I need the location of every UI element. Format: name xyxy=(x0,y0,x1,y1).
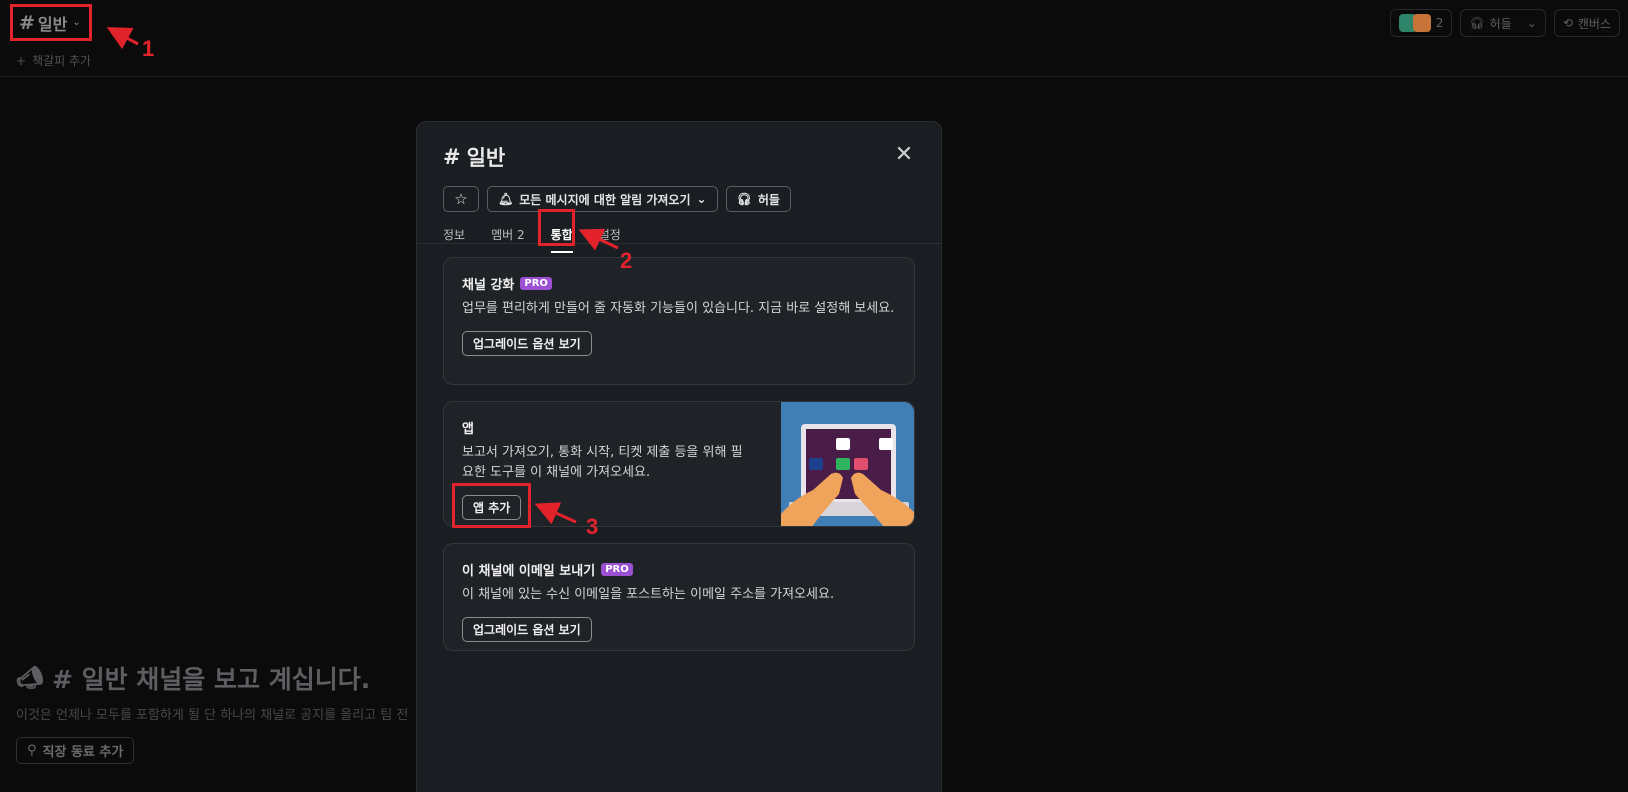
tab-info[interactable]: 정보 xyxy=(443,226,465,253)
card-description: 이 채널에 있는 수신 이메일을 포스트하는 이메일 주소를 가져오세요. xyxy=(462,587,835,602)
card-title: 앱 xyxy=(462,422,474,437)
card-description: 보고서 가져오기, 통화 시작, 티켓 제출 등을 위해 필요한 도구를 이 채… xyxy=(462,445,743,480)
person-icon: ⚲ xyxy=(27,743,37,758)
modal-title-hash: # xyxy=(443,145,461,169)
megaphone-icon: 📣︎ xyxy=(16,665,44,691)
card-description: 업무를 편리하게 만들어 줄 자동화 기능들이 있습니다. 지금 바로 설정해 … xyxy=(462,301,895,316)
intro-description: 이것은 언제나 모두를 포함하게 될 단 하나의 채널로 공지를 올리고 팀 전 xyxy=(16,708,409,723)
modal-title: # 일반 xyxy=(443,142,915,172)
plus-icon: + xyxy=(16,53,27,68)
headphones-icon: 🎧︎ xyxy=(736,192,752,206)
annotation-number-1: 1 xyxy=(142,36,155,61)
chevron-down-icon[interactable]: ⌄ xyxy=(1527,16,1537,30)
canvas-button[interactable]: ⟲ 캔버스 xyxy=(1553,9,1620,37)
pro-badge: PRO xyxy=(601,563,633,576)
canvas-label: 캔버스 xyxy=(1577,16,1611,31)
annotation-number-2: 2 xyxy=(620,248,633,273)
channel-name: 일반 xyxy=(37,14,68,34)
apps-illustration xyxy=(781,402,914,526)
notification-label: 모든 메시지에 대한 알림 가져오기 xyxy=(519,192,691,207)
intro-title-text: # 일반 채널을 보고 계십니다. xyxy=(51,665,371,694)
upgrade-options-button[interactable]: 업그레이드 옵션 보기 xyxy=(462,617,592,642)
chevron-down-icon: ⌄ xyxy=(696,192,707,206)
upgrade-options-button[interactable]: 업그레이드 옵션 보기 xyxy=(462,331,592,356)
huddle-button[interactable]: 🎧︎ 허들 ⌄ xyxy=(1460,9,1546,37)
card-title-text: 이 채널에 이메일 보내기 xyxy=(462,564,596,579)
tab-settings[interactable]: 설정 xyxy=(599,226,621,253)
modal-header: # 일반 ✕ ☆ 🔔︎ 모든 메시지에 대한 알림 가져오기 ⌄ 🎧︎ 허들 정… xyxy=(417,122,941,253)
avatar xyxy=(1412,14,1431,32)
channel-header: # 일반 ⌄ + 책갈피 추가 2 🎧︎ 허들 ⌄ ⟲ 캔버스 xyxy=(0,0,1628,77)
chevron-down-icon: ⌄ xyxy=(72,17,81,28)
channel-name-button[interactable]: # 일반 ⌄ xyxy=(10,4,92,41)
huddle-label: 허들 xyxy=(757,192,780,207)
add-coworker-button[interactable]: ⚲ 직장 동료 추가 xyxy=(16,737,135,764)
channel-details-modal: # 일반 ✕ ☆ 🔔︎ 모든 메시지에 대한 알림 가져오기 ⌄ 🎧︎ 허들 정… xyxy=(416,121,942,792)
star-button[interactable]: ☆ xyxy=(443,186,479,212)
close-icon[interactable]: ✕ xyxy=(893,144,915,166)
canvas-icon: ⟲ xyxy=(1562,16,1573,30)
card-title: 채널 강화 PRO xyxy=(462,274,896,293)
modal-actions: ☆ 🔔︎ 모든 메시지에 대한 알림 가져오기 ⌄ 🎧︎ 허들 xyxy=(443,186,915,212)
channel-hash: # xyxy=(19,11,35,34)
laptop-illustration xyxy=(781,402,914,526)
channel-boost-card: 채널 강화 PRO 업무를 편리하게 만들어 줄 자동화 기능들이 있습니다. … xyxy=(443,257,915,385)
add-bookmark-label: 책갈피 추가 xyxy=(32,54,92,68)
annotation-box-tab xyxy=(538,209,575,246)
member-avatars xyxy=(1398,14,1431,32)
annotation-box-add-app xyxy=(452,483,531,528)
add-coworker-label: 직장 동료 추가 xyxy=(42,745,124,760)
huddle-label: 허들 xyxy=(1489,16,1512,31)
header-actions: 2 🎧︎ 허들 ⌄ ⟲ 캔버스 xyxy=(1389,9,1620,37)
card-title: 이 채널에 이메일 보내기 PRO xyxy=(462,560,896,579)
annotation-number-3: 3 xyxy=(586,514,599,539)
notification-button[interactable]: 🔔︎ 모든 메시지에 대한 알림 가져오기 ⌄ xyxy=(487,186,718,212)
member-count: 2 xyxy=(1435,16,1444,30)
intro-title: 📣︎ # 일반 채널을 보고 계십니다. xyxy=(16,660,426,696)
huddle-button[interactable]: 🎧︎ 허들 xyxy=(725,186,791,212)
modal-tabs: 정보 멤버 2 통합 설정 xyxy=(443,226,915,253)
channel-intro: 📣︎ # 일반 채널을 보고 계십니다. 이것은 언제나 모두를 포함하게 될 … xyxy=(16,660,426,764)
add-bookmark-button[interactable]: + 책갈피 추가 xyxy=(16,52,91,69)
headphones-icon: 🎧︎ xyxy=(1469,16,1485,30)
pro-badge: PRO xyxy=(520,277,552,290)
card-title-text: 채널 강화 xyxy=(462,278,515,293)
members-button[interactable]: 2 xyxy=(1389,9,1453,37)
tab-members[interactable]: 멤버 2 xyxy=(491,226,525,253)
email-channel-card: 이 채널에 이메일 보내기 PRO 이 채널에 있는 수신 이메일을 포스트하는… xyxy=(443,543,915,651)
bell-icon: 🔔︎ xyxy=(498,192,514,206)
star-icon: ☆ xyxy=(454,190,468,208)
modal-title-name: 일반 xyxy=(466,146,506,170)
